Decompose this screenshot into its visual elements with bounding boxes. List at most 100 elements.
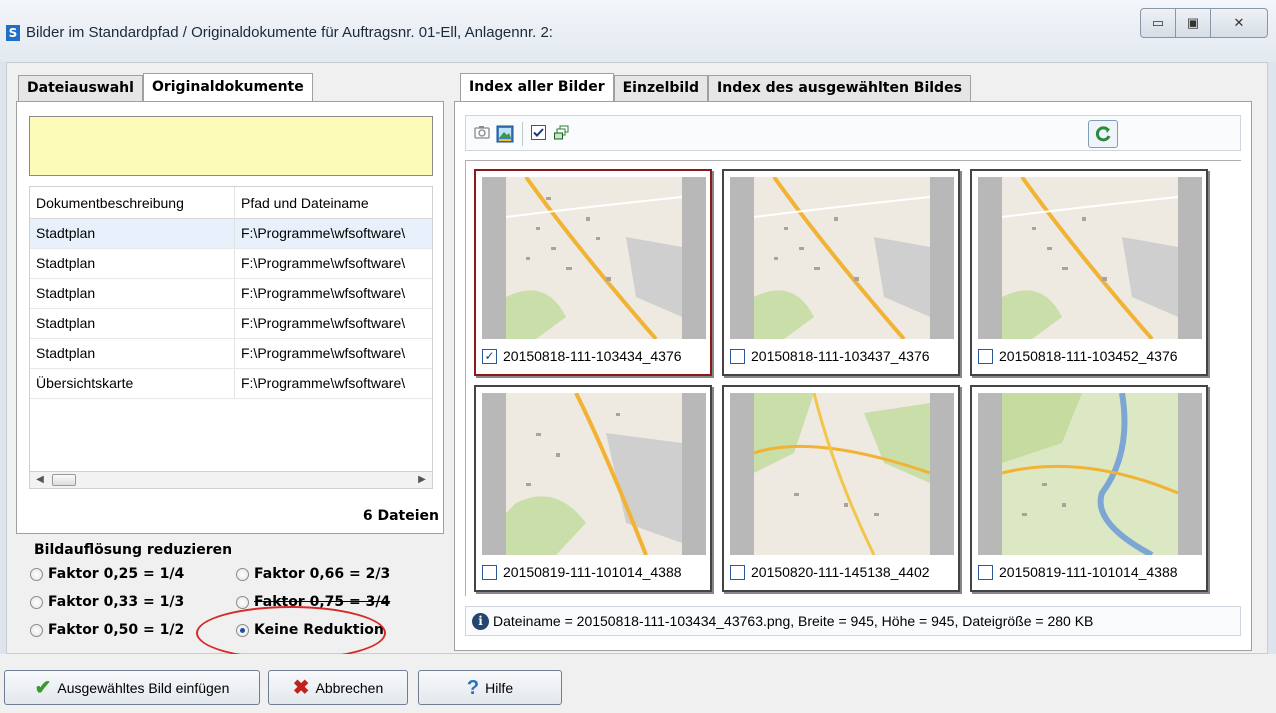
cancel-button-label: Abbrechen: [315, 679, 384, 696]
thumbnail-filename: 20150818-111-103434_4376: [503, 348, 682, 364]
map-thumbnail-image: [482, 177, 706, 339]
radio-icon: [30, 567, 43, 581]
tab-index-ausgewaehltes-bild[interactable]: Index des ausgewählten Bildes: [708, 75, 971, 101]
column-header-path[interactable]: Pfad und Dateiname: [235, 187, 432, 218]
map-thumbnail-image: [978, 177, 1202, 339]
question-icon: ?: [466, 676, 480, 699]
radio-faktor-025[interactable]: Faktor 0,25 = 1/4: [30, 566, 184, 582]
row-path: F:\Programme\wfsoftware\: [240, 375, 406, 391]
row-description: Stadtplan: [30, 339, 235, 368]
row-path: F:\Programme\wfsoftware\: [240, 255, 406, 271]
insert-button-label: Ausgewähltes Bild einfügen: [57, 679, 230, 696]
thumbnail-filename: 20150818-111-103452_4376: [999, 348, 1178, 364]
app-icon: S: [6, 25, 20, 41]
button-bar: ✔ Ausgewähltes Bild einfügen ✖ Abbrechen…: [0, 654, 1276, 713]
window-controls: ▭ ▣ ✕: [1140, 8, 1268, 38]
thumbnail-card[interactable]: 20150820-111-145138_4402: [722, 385, 960, 592]
image-frame-icon[interactable]: [496, 125, 514, 143]
thumbnail-card[interactable]: 20150818-111-103437_4376: [722, 169, 960, 376]
radio-faktor-050[interactable]: Faktor 0,50 = 1/2: [30, 622, 184, 638]
toolbar-separator: [522, 122, 523, 146]
thumbnail-label-row: 20150820-111-145138_4402: [730, 561, 954, 583]
table-row[interactable]: Übersichtskarte F:\Programme\wfsoftware\: [30, 369, 432, 399]
refresh-button[interactable]: [1088, 120, 1118, 148]
row-description: Stadtplan: [30, 279, 235, 308]
table-row[interactable]: Stadtplan F:\Programme\wfsoftware\: [30, 219, 432, 249]
thumbnail-checkbox[interactable]: [482, 564, 497, 580]
thumbnail-checkbox[interactable]: ✓: [482, 348, 497, 364]
window-title: Bilder im Standardpfad / Originaldokumen…: [26, 24, 553, 41]
row-path: F:\Programme\wfsoftware\: [240, 315, 406, 331]
refresh-icon: [1095, 126, 1111, 142]
thumbnail-checkbox[interactable]: [978, 564, 993, 580]
reduction-title: Bildauflösung reduzieren: [34, 542, 233, 558]
checkbox-icon[interactable]: [530, 125, 546, 141]
map-thumbnail-image: [482, 393, 706, 555]
tab-index-aller-bilder[interactable]: Index aller Bilder: [460, 73, 614, 101]
right-tab-strip: Index aller Bilder Einzelbild Index des …: [460, 73, 971, 101]
radio-label: Faktor 0,50 = 1/2: [48, 622, 185, 638]
description-box[interactable]: [29, 116, 433, 176]
row-path: F:\Programme\wfsoftware\: [240, 285, 406, 301]
radio-label: Faktor 0,66 = 2/3: [254, 566, 391, 582]
row-description: Stadtplan: [30, 249, 235, 278]
thumbnail-label-row: 20150819-111-101014_4388: [978, 561, 1202, 583]
thumbnail-checkbox[interactable]: [730, 564, 745, 580]
thumbnails-icon[interactable]: [554, 125, 570, 141]
thumbnail-label-row: ✓ 20150818-111-103434_4376: [482, 345, 706, 367]
map-thumbnail-image: [730, 393, 954, 555]
originaldokumente-panel: Dokumentbeschreibung Pfad und Dateiname …: [16, 101, 444, 534]
row-description: Stadtplan: [30, 309, 235, 338]
radio-faktor-066[interactable]: Faktor 0,66 = 2/3: [236, 566, 390, 582]
left-tab-strip: Dateiauswahl Originaldokumente: [18, 73, 313, 101]
thumbnail-card[interactable]: 20150819-111-101014_4388: [970, 385, 1208, 592]
cross-icon: ✖: [292, 676, 310, 699]
thumbnail-filename: 20150818-111-103437_4376: [751, 348, 930, 364]
table-row[interactable]: Stadtplan F:\Programme\wfsoftware\: [30, 309, 432, 339]
row-description: Übersichtskarte: [30, 369, 235, 398]
table-row[interactable]: Stadtplan F:\Programme\wfsoftware\: [30, 249, 432, 279]
info-icon: i: [472, 612, 489, 630]
insert-selected-image-button[interactable]: ✔ Ausgewähltes Bild einfügen: [4, 670, 260, 705]
table-row[interactable]: Stadtplan F:\Programme\wfsoftware\: [30, 279, 432, 309]
image-info-status-bar: i Dateiname = 20150818-111-103434_43763.…: [465, 606, 1241, 636]
help-button-label: Hilfe: [485, 679, 514, 696]
scrollbar-thumb[interactable]: [52, 474, 76, 486]
tab-einzelbild[interactable]: Einzelbild: [613, 75, 709, 101]
thumbnail-filename: 20150820-111-145138_4402: [751, 564, 930, 580]
close-button[interactable]: ✕: [1210, 8, 1268, 38]
help-button[interactable]: ? Hilfe: [418, 670, 562, 705]
table-row[interactable]: Stadtplan F:\Programme\wfsoftware\: [30, 339, 432, 369]
thumbnail-card[interactable]: ✓ 20150818-111-103434_4376: [474, 169, 712, 376]
thumbnail-checkbox[interactable]: [978, 348, 993, 364]
checkmark-icon: ✔: [34, 676, 52, 699]
scroll-left-icon[interactable]: ◀: [32, 472, 48, 488]
scroll-right-icon[interactable]: ▶: [414, 472, 430, 488]
minimize-icon: ▭: [1151, 15, 1165, 30]
thumbnail-card[interactable]: 20150818-111-103452_4376: [970, 169, 1208, 376]
image-index-panel: ✓ 20150818-111-103434_4376 20150818-111-…: [454, 101, 1252, 651]
column-header-description[interactable]: Dokumentbeschreibung: [30, 187, 235, 218]
map-thumbnail-image: [978, 393, 1202, 555]
table-header: Dokumentbeschreibung Pfad und Dateiname: [30, 187, 432, 219]
minimize-button[interactable]: ▭: [1140, 8, 1176, 38]
maximize-button[interactable]: ▣: [1175, 8, 1211, 38]
thumbnail-card[interactable]: 20150819-111-101014_4388: [474, 385, 712, 592]
tab-originaldokumente[interactable]: Originaldokumente: [142, 73, 313, 101]
title-bar: S Bilder im Standardpfad / Originaldokum…: [0, 0, 1276, 62]
maximize-icon: ▣: [1186, 15, 1200, 30]
thumbnail-grid: ✓ 20150818-111-103434_4376 20150818-111-…: [465, 160, 1241, 596]
image-toolbar: [465, 115, 1241, 151]
radio-icon: [236, 595, 249, 609]
thumbnail-checkbox[interactable]: [730, 348, 745, 364]
tab-dateiauswahl[interactable]: Dateiauswahl: [18, 75, 143, 101]
cancel-button[interactable]: ✖ Abbrechen: [268, 670, 408, 705]
radio-label: Faktor 0,33 = 1/3: [48, 594, 185, 610]
camera-icon[interactable]: [474, 125, 490, 141]
radio-icon: [30, 623, 43, 637]
radio-label: Faktor 0,25 = 1/4: [48, 566, 185, 582]
documents-table: Dokumentbeschreibung Pfad und Dateiname …: [29, 186, 433, 488]
horizontal-scrollbar[interactable]: ◀ ▶: [29, 471, 433, 489]
image-info-text: Dateiname = 20150818-111-103434_43763.pn…: [493, 613, 1094, 629]
radio-faktor-033[interactable]: Faktor 0,33 = 1/3: [30, 594, 184, 610]
